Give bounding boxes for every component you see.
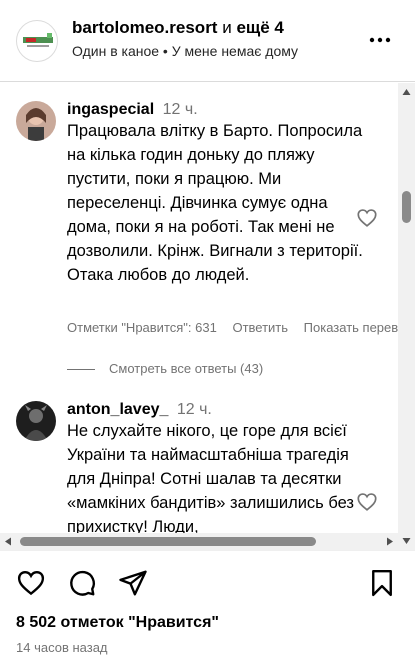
header-connector: и [222, 18, 232, 37]
account-name-link[interactable]: bartolomeo.resort [72, 18, 217, 37]
divider [0, 550, 415, 551]
post-timestamp[interactable]: 14 часов назад [16, 640, 108, 655]
comment-meta: Отметки "Нравится": 631 Ответить Показат… [67, 320, 415, 335]
collaborators-link[interactable]: ещё 4 [236, 18, 283, 37]
comment-time: 12 ч. [162, 101, 198, 118]
view-replies-label: Смотреть все ответы (43) [109, 361, 264, 376]
header-title: bartolomeo.resort и ещё 4 [72, 18, 284, 38]
heart-icon[interactable] [16, 568, 46, 598]
post-header: bartolomeo.resort и ещё 4 Один в каное •… [0, 0, 415, 82]
horizontal-scrollbar[interactable] [0, 533, 398, 550]
comments-scroll-area[interactable]: ingaspecial 12 ч. Працювала влітку в Бар… [0, 83, 415, 550]
comment-time: 12 ч. [176, 401, 212, 418]
paper-plane-icon[interactable] [118, 568, 148, 598]
bookmark-icon[interactable] [367, 568, 397, 598]
comment-username[interactable]: anton_lavey_ [67, 401, 168, 418]
post-actions [0, 568, 415, 602]
avatar[interactable] [16, 401, 56, 441]
comment-text: Працювала влітку в Барто. Попросила на к… [67, 122, 363, 284]
comment-bubble-icon[interactable] [67, 568, 97, 598]
post-likes-count[interactable]: 8 502 отметок "Нравится" [16, 614, 219, 632]
account-avatar[interactable] [16, 20, 58, 62]
heart-icon[interactable] [356, 207, 378, 229]
comment-likes[interactable]: Отметки "Нравится": 631 [67, 320, 217, 335]
view-replies-button[interactable]: Смотреть все ответы (43) [67, 361, 263, 376]
reply-button[interactable]: Ответить [232, 320, 288, 335]
comment-username[interactable]: ingaspecial [67, 101, 154, 118]
more-dots-icon[interactable] [367, 24, 393, 50]
avatar[interactable] [16, 101, 56, 141]
comment-text: Не слухайте нікого, це горе для всієї Ук… [67, 422, 355, 536]
divider [67, 369, 95, 371]
heart-icon[interactable] [356, 491, 378, 513]
header-subtitle[interactable]: Один в каное • У мене немає дому [72, 43, 298, 59]
translate-button[interactable]: Показать перевод [304, 320, 413, 335]
vertical-scrollbar[interactable] [398, 83, 415, 550]
